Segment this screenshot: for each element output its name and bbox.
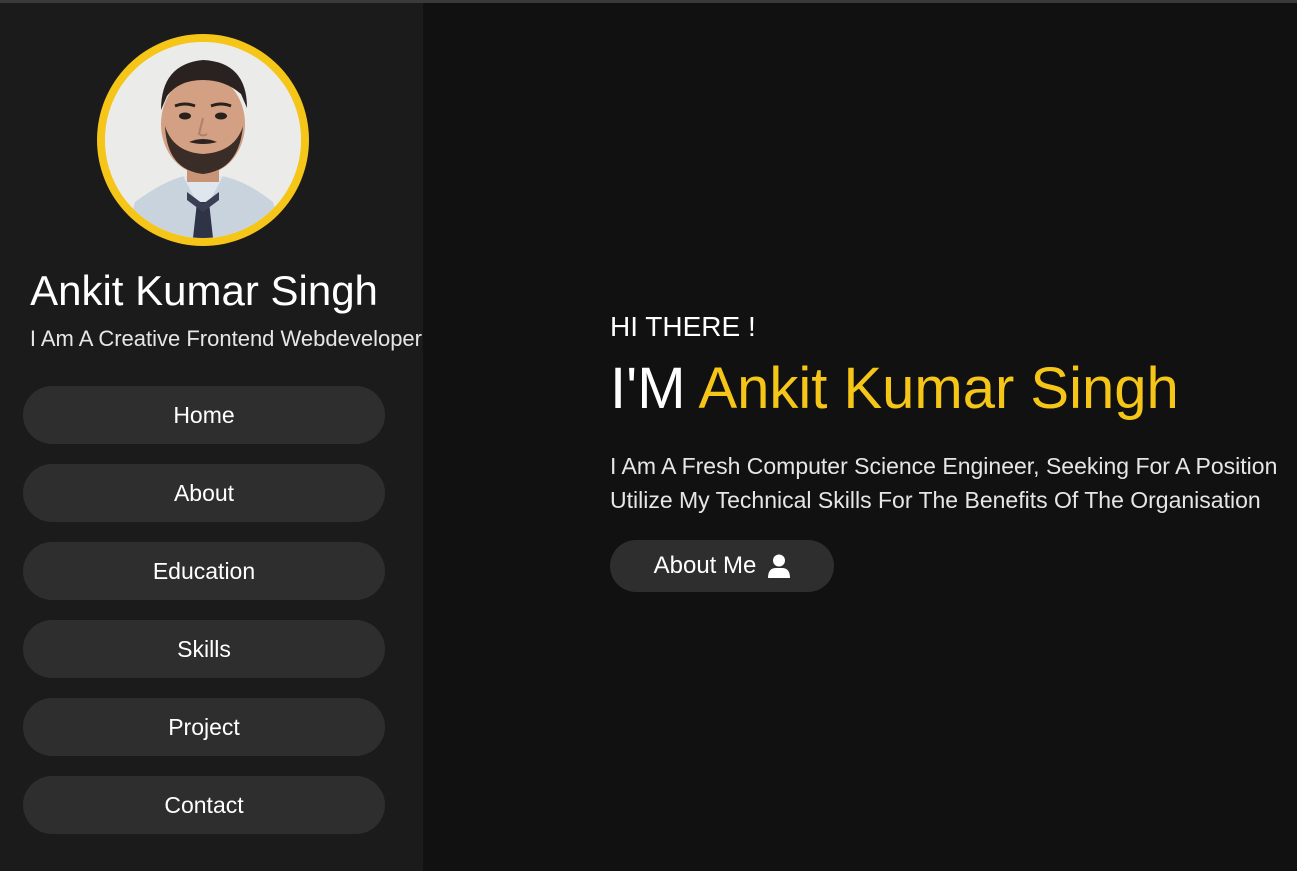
hero-name: Ankit Kumar Singh [698,356,1179,421]
avatar-ring [97,34,309,246]
hero-headline: I'M Ankit Kumar Singh [610,355,1179,422]
sidebar-name: Ankit Kumar Singh [30,267,378,314]
user-icon [768,554,791,578]
about-me-button[interactable]: About Me [610,540,834,592]
hero-greeting: HI THERE ! [610,311,756,342]
sidebar: Ankit Kumar Singh I Am A Creative Fronte… [0,3,423,871]
nav-item-contact[interactable]: Contact [23,776,385,834]
hero-section: HI THERE ! I'M Ankit Kumar Singh I Am A … [423,3,1297,871]
profile-photo [105,42,301,238]
hero-intro: I'M [610,356,686,421]
hero-description-line-1: I Am A Fresh Computer Science Engineer, … [610,453,1278,479]
nav-item-home[interactable]: Home [23,386,385,444]
about-me-button-label: About Me [653,552,757,579]
sidebar-role: I Am A Creative Frontend Webdeveloper [29,326,422,351]
nav-item-about[interactable]: About [23,464,385,522]
hero-description: I Am A Fresh Computer Science Engineer, … [610,449,1297,517]
nav-item-project[interactable]: Project [23,698,385,756]
hero-description-line-2: Utilize My Technical Skills For The Bene… [610,487,1261,513]
nav-item-skills[interactable]: Skills [23,620,385,678]
nav-item-education[interactable]: Education [23,542,385,600]
sidebar-nav: Home About Education Skills Project Cont… [23,386,385,854]
avatar [105,42,301,238]
